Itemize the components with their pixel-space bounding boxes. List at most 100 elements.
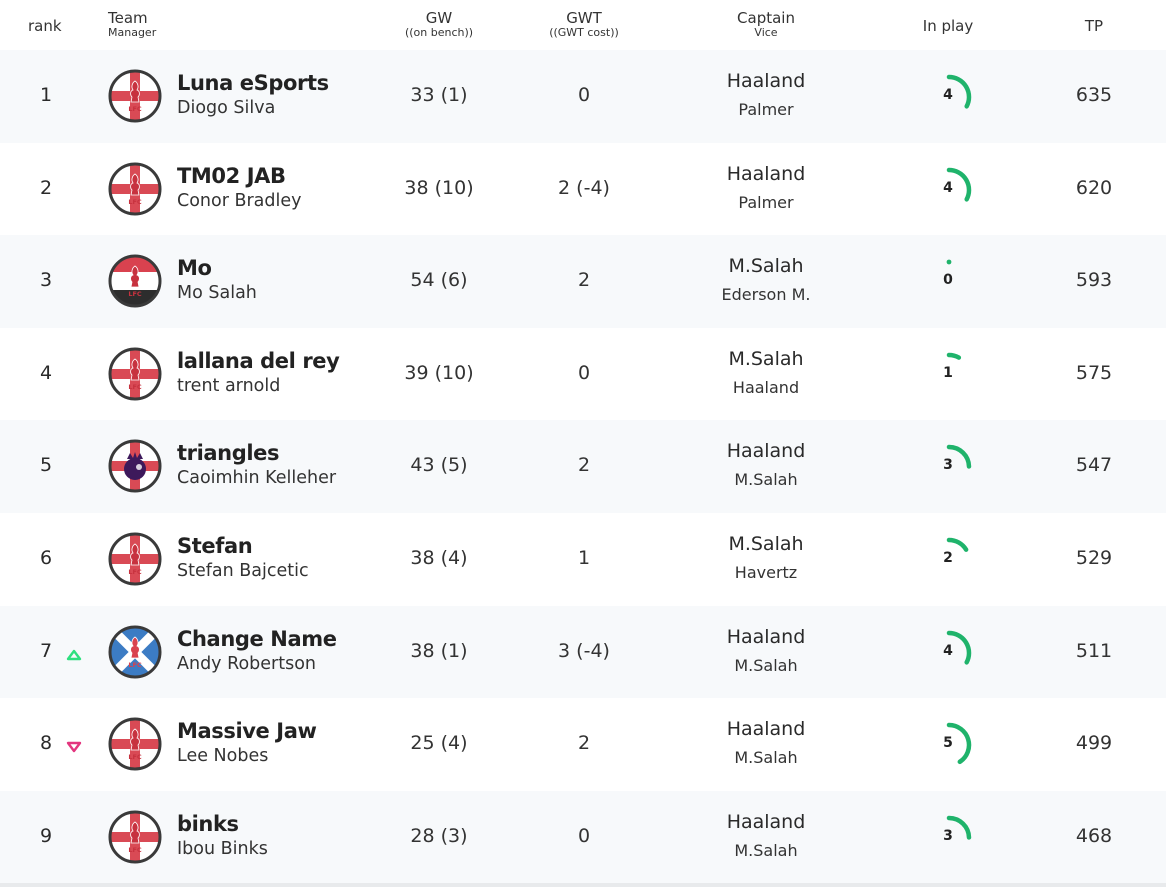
in-play-count: 4	[943, 179, 953, 196]
captain-name: Haaland	[726, 440, 806, 463]
header-gwt-sub: ((GWT cost))	[549, 26, 619, 39]
captain-cell: M.Salah Haaland	[707, 346, 825, 400]
rank-value: 5	[40, 454, 53, 477]
team-cell[interactable]: Mo Mo Salah	[177, 255, 257, 305]
team-name[interactable]: Luna eSports	[177, 70, 329, 96]
team-name[interactable]: Mo	[177, 255, 257, 281]
england-lfc-badge-icon: LFC	[108, 810, 162, 864]
in-play-indicator: 4	[924, 72, 974, 122]
total-points: 511	[1075, 639, 1113, 662]
manager-name: Mo Salah	[177, 283, 257, 304]
in-play-indicator: 2	[924, 535, 974, 585]
vice-captain-name: Palmer	[738, 192, 794, 212]
gw-points: 33 (1)	[410, 84, 468, 106]
england-pl-badge-icon	[108, 439, 162, 493]
england-lfc-badge-icon: LFC	[108, 69, 162, 123]
movement-icon	[66, 553, 80, 565]
movement-icon	[66, 275, 80, 287]
team-name[interactable]: Change Name	[177, 626, 337, 652]
table-row[interactable]: 1 LFC Luna eSports Diogo Silva 33 (1) 0 …	[0, 50, 1166, 143]
svg-text:LFC: LFC	[128, 105, 142, 113]
captain-name: Haaland	[726, 70, 806, 92]
manager-name: Lee Nobes	[177, 746, 269, 767]
in-play-arc-path	[946, 537, 969, 552]
table-row[interactable]: 8 LFC Massive Jaw Lee Nobes 25 (4) 2 Haa…	[0, 698, 1166, 791]
team-cell[interactable]: binks Ibou Binks	[177, 811, 268, 861]
team-name[interactable]: Stefan	[177, 533, 309, 559]
header-captain-label: Captain	[737, 9, 795, 27]
in-play-indicator: 4	[924, 165, 974, 215]
in-play-indicator: 4	[924, 628, 974, 678]
gw-points: 39 (10)	[404, 361, 474, 384]
header-rank[interactable]: rank	[28, 17, 62, 35]
in-play-count: 4	[943, 87, 953, 103]
movement-icon	[66, 831, 80, 843]
team-cell[interactable]: triangles Caoimhin Kelleher	[177, 440, 336, 490]
england-lfc-badge-icon: LFC	[108, 347, 162, 401]
captain-name: M.Salah	[728, 347, 804, 370]
total-points: 593	[1075, 269, 1113, 292]
in-play-indicator: 5	[924, 720, 974, 770]
header-gw[interactable]: GW ((on bench))	[380, 10, 498, 39]
table-row[interactable]: 5 triangles Caoimhin Kelleher 43 (5) 2 H…	[0, 420, 1166, 513]
total-points: 547	[1075, 454, 1113, 477]
team-cell[interactable]: TM02 JAB Conor Bradley	[177, 163, 302, 213]
team-name[interactable]: triangles	[177, 440, 336, 466]
in-play-arc-dot	[946, 259, 952, 265]
total-points: 529	[1075, 546, 1113, 569]
team-cell[interactable]: lallana del rey trent arnold	[177, 348, 340, 398]
svg-text:LFC: LFC	[128, 568, 142, 576]
header-team-label: Team	[108, 9, 148, 27]
gw-points: 38 (1)	[410, 639, 468, 662]
gwt-transfers: 3 (-4)	[558, 639, 610, 662]
team-name[interactable]: TM02 JAB	[177, 163, 302, 189]
header-tp[interactable]: TP	[1060, 17, 1128, 35]
rank-up-icon	[66, 646, 82, 660]
in-play-count: 2	[943, 549, 953, 566]
rank-value: 8	[40, 732, 53, 755]
gwt-transfers: 0	[577, 824, 591, 847]
header-gw-label: GW	[425, 9, 453, 27]
table-header: rank Team Manager GW ((on bench)) GWT ((…	[0, 0, 1170, 50]
captain-name: Haaland	[726, 718, 806, 741]
team-cell[interactable]: Stefan Stefan Bajcetic	[177, 533, 309, 583]
header-in-play[interactable]: In play	[898, 17, 998, 35]
manager-name: Andy Robertson	[177, 653, 317, 674]
table-row[interactable]: 4 LFC lallana del rey trent arnold 39 (1…	[0, 328, 1166, 421]
team-name[interactable]: lallana del rey	[177, 348, 340, 374]
header-gwt[interactable]: GWT ((GWT cost))	[525, 10, 643, 39]
team-name[interactable]: binks	[177, 811, 268, 837]
captain-name: Haaland	[726, 625, 806, 648]
total-points: 468	[1075, 824, 1113, 847]
gw-points: 28 (3)	[410, 824, 468, 847]
gwt-transfers: 0	[577, 84, 591, 106]
table-row[interactable]: 9 LFC binks Ibou Binks 28 (3) 0 Haaland …	[0, 790, 1166, 888]
captain-name: M.Salah	[728, 532, 804, 555]
team-cell[interactable]: Change Name Andy Robertson	[177, 626, 337, 676]
table-row[interactable]: 7 LFC Change Name Andy Robertson 38 (1) …	[0, 605, 1166, 699]
gwt-transfers: 2	[577, 269, 591, 292]
captain-name: M.Salah	[728, 255, 804, 278]
vice-captain-name: M.Salah	[734, 840, 798, 860]
table-row[interactable]: 6 LFC Stefan Stefan Bajcetic 38 (4) 1 M.…	[0, 513, 1166, 606]
team-name[interactable]: Massive Jaw	[177, 718, 317, 744]
rank-value: 9	[40, 824, 53, 847]
movement-icon	[66, 183, 80, 195]
svg-text:LFC: LFC	[128, 846, 142, 854]
header-team[interactable]: Team Manager	[108, 10, 156, 39]
in-play-indicator: 1	[924, 350, 974, 400]
svg-text:LFC: LFC	[128, 383, 142, 391]
gw-points: 43 (5)	[410, 454, 468, 477]
gwt-transfers: 1	[577, 546, 591, 569]
team-cell[interactable]: Luna eSports Diogo Silva	[177, 70, 329, 120]
team-cell[interactable]: Massive Jaw Lee Nobes	[177, 718, 317, 768]
in-play-indicator: 3	[924, 442, 974, 492]
header-captain[interactable]: Captain Vice	[707, 10, 825, 39]
table-row[interactable]: 3 LFC Mo Mo Salah 54 (6) 2 M.Salah Eders…	[0, 235, 1166, 328]
in-play-count: 4	[943, 642, 953, 659]
england-lfc-badge-icon: LFC	[108, 162, 162, 216]
total-points: 575	[1075, 361, 1113, 384]
gw-points: 38 (4)	[410, 546, 468, 569]
table-row[interactable]: 2 LFC TM02 JAB Conor Bradley 38 (10) 2 (…	[0, 143, 1166, 236]
in-play-count: 3	[943, 827, 953, 844]
